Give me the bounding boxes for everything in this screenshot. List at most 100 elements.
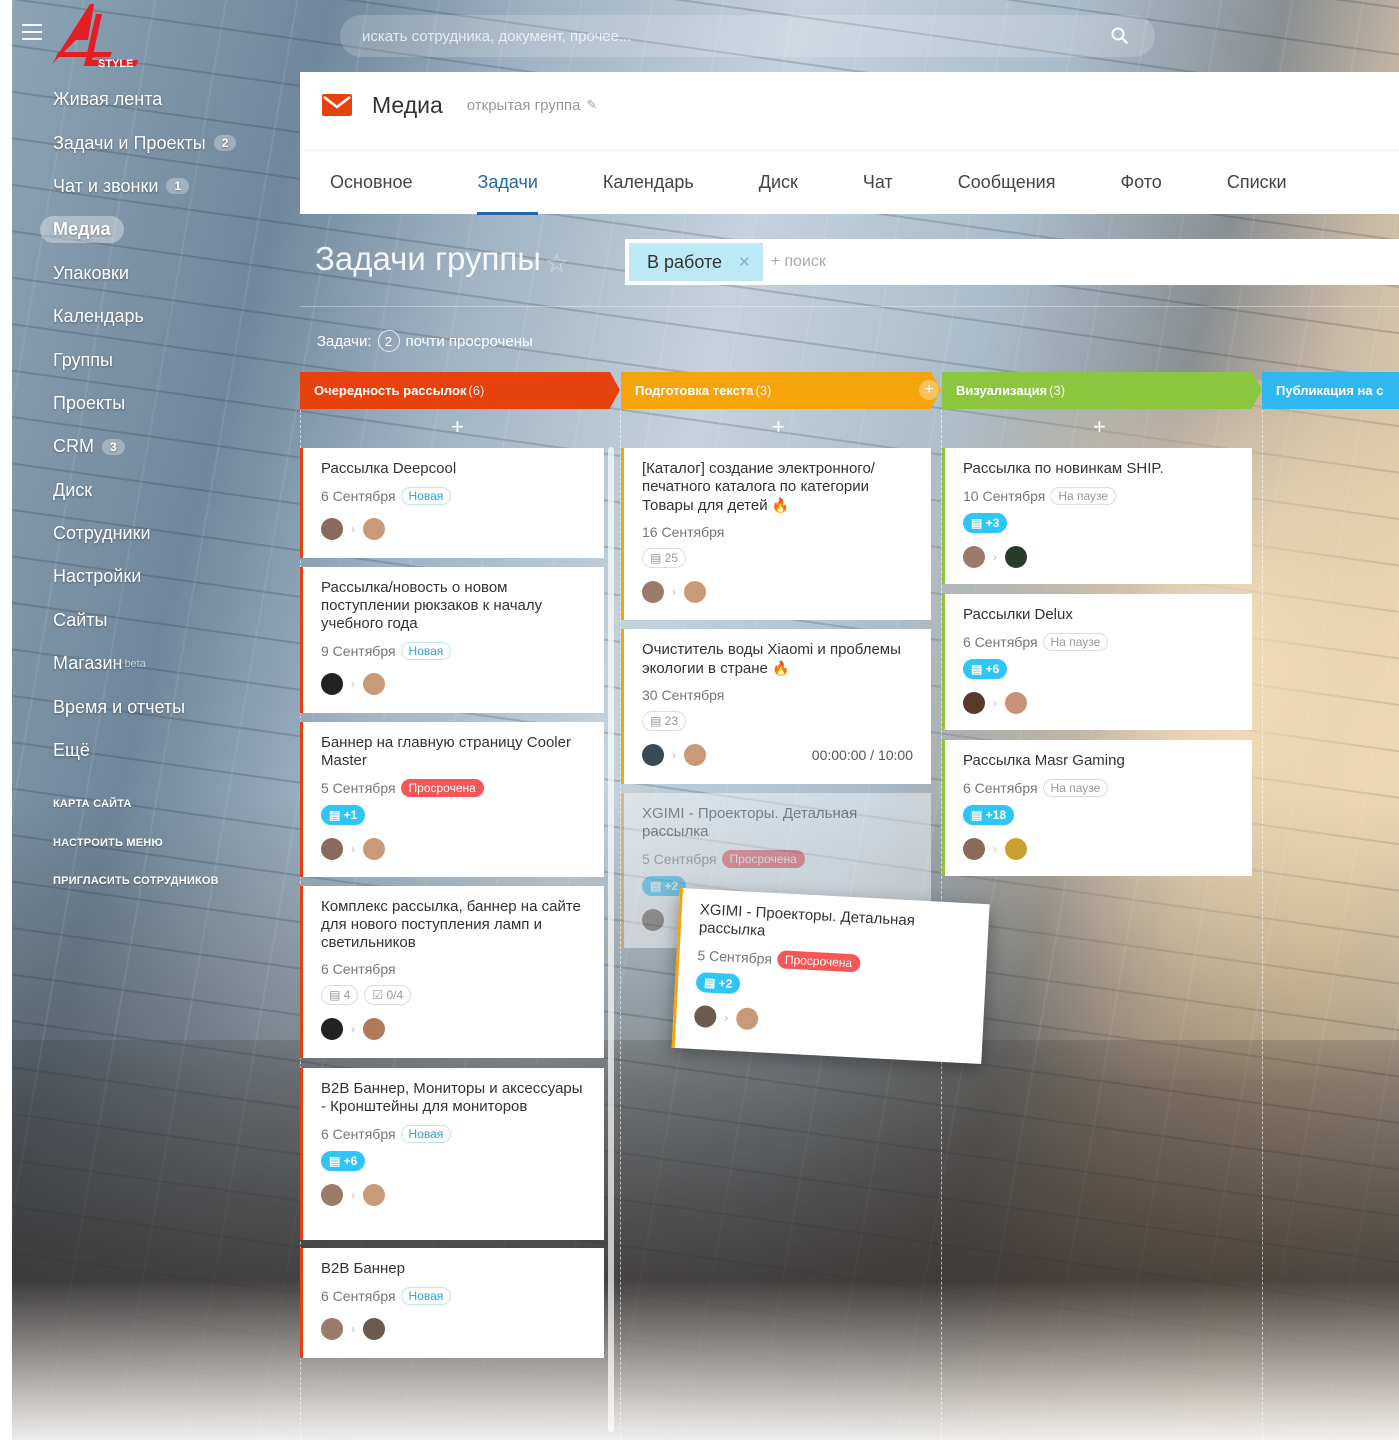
avatar[interactable] (1005, 546, 1027, 568)
task-card[interactable]: Рассылка/новость о новом поступлении рюк… (300, 567, 604, 713)
search-input[interactable] (362, 27, 1062, 45)
task-card[interactable]: Баннер на главную страницу Cooler Master… (300, 722, 604, 877)
menu-item[interactable]: Сотрудники (40, 512, 280, 555)
avatar[interactable] (684, 581, 706, 603)
filter-chip-label: В работе (647, 251, 723, 272)
avatar[interactable] (363, 673, 385, 695)
avatar[interactable] (363, 518, 385, 540)
group-name: Медиа (372, 91, 443, 118)
menu-item[interactable]: Медиа (40, 208, 280, 251)
checklist-counter[interactable]: ☑ 0/4 (364, 985, 412, 1005)
add-column-icon[interactable]: + (919, 380, 939, 400)
sitemap-link[interactable]: КАРТА САЙТА (53, 798, 219, 837)
comments-counter[interactable]: ▤ 23 (642, 711, 687, 731)
task-card[interactable]: Рассылка по новинкам SHIP. 10 Сентября На… (942, 448, 1252, 584)
menu-item[interactable]: Группы (40, 338, 280, 381)
avatar[interactable] (963, 546, 985, 568)
invite-employees-link[interactable]: ПРИГЛАСИТЬ СОТРУДНИКОВ (53, 875, 219, 914)
task-timer[interactable]: 00:00:00 / 10:00 (812, 747, 913, 763)
company-logo[interactable]: STYLE (50, 0, 150, 72)
comments-counter[interactable]: ▤ +6 (321, 1151, 366, 1171)
star-icon[interactable]: ☆ (545, 248, 568, 279)
pencil-icon[interactable]: ✎ (586, 97, 597, 113)
avatar[interactable] (693, 1004, 717, 1029)
menu-item[interactable]: Живая лента (40, 78, 280, 121)
avatar[interactable] (642, 581, 664, 603)
task-card[interactable]: Рассылка Deepcool 6 Сентября Новая › (300, 448, 604, 558)
avatar[interactable] (321, 518, 343, 540)
comments-counter[interactable]: ▤ +2 (695, 971, 741, 995)
add-task-button[interactable]: + (451, 414, 464, 440)
menu-item[interactable]: Сайты (40, 599, 280, 642)
tab-main[interactable]: Основное (330, 151, 412, 214)
task-card[interactable]: Комплекс рассылка, баннер на сайте для н… (300, 886, 604, 1058)
comment-icon: ▤ (329, 988, 344, 1002)
task-card[interactable]: [Каталог] создание электронного/ печатно… (621, 448, 931, 620)
column-header[interactable]: Публикация на с (1262, 372, 1399, 409)
avatar[interactable] (963, 692, 985, 714)
tab-photo[interactable]: Фото (1120, 151, 1161, 214)
filter-bar[interactable]: В работе ✕ + поиск (625, 239, 1399, 285)
tab-calendar[interactable]: Календарь (603, 151, 694, 214)
task-card[interactable]: B2B Баннер, Мониторы и аксессуары - Крон… (300, 1068, 604, 1240)
task-card[interactable]: Рассылки Delux 6 Сентября На паузе ▤ +6 › (942, 594, 1252, 730)
left-menu: Живая лента Задачи и Проекты 2 Чат и звонки… (40, 78, 280, 772)
comments-counter[interactable]: ▤ +18 (963, 805, 1015, 825)
avatar[interactable] (321, 1018, 343, 1040)
comments-counter[interactable]: ▤ 4 (321, 985, 359, 1005)
comments-counter[interactable]: ▤ +3 (963, 513, 1008, 533)
avatar[interactable] (321, 673, 343, 695)
dragged-task-card[interactable]: XGIMI - Проекторы. Детальная рассылка 5 … (671, 888, 990, 1065)
column-header[interactable]: Очередность рассылок (6) (300, 372, 620, 409)
tab-chat[interactable]: Чат (863, 151, 893, 214)
comments-counter[interactable]: ▤ +6 (963, 659, 1008, 679)
configure-menu-link[interactable]: НАСТРОИТЬ МЕНЮ (53, 837, 219, 876)
menu-toggle-icon[interactable] (22, 24, 42, 40)
menu-item[interactable]: Задачи и Проекты 2 (40, 121, 280, 164)
avatar[interactable] (1005, 692, 1027, 714)
task-card[interactable]: B2B Баннер 6 Сентября Новая › (300, 1248, 604, 1358)
tab-lists[interactable]: Списки (1227, 151, 1287, 214)
menu-item[interactable]: Проекты (40, 382, 280, 425)
menu-item[interactable]: Время и отчеты (40, 685, 280, 728)
column-scrollbar[interactable] (608, 447, 614, 1432)
tab-messages[interactable]: Сообщения (958, 151, 1056, 214)
menu-item[interactable]: Ещё (40, 729, 280, 772)
column-header[interactable]: Визуализация (3) (942, 372, 1262, 409)
comments-counter[interactable]: ▤ +1 (321, 805, 366, 825)
menu-item[interactable]: CRM 3 (40, 425, 280, 468)
tasks-counter[interactable]: Задачи: 2 почти просрочены (317, 330, 533, 352)
column-header[interactable]: Подготовка текста (3) (621, 372, 941, 409)
menu-item[interactable]: Календарь (40, 295, 280, 338)
close-icon[interactable]: ✕ (738, 253, 751, 271)
avatar[interactable] (363, 1318, 385, 1340)
task-card[interactable]: Очиститель воды Xiaomi и проблемы эколог… (621, 629, 931, 784)
avatar[interactable] (321, 1318, 343, 1340)
task-card[interactable]: Рассылка Masr Gaming 6 Сентября На паузе … (942, 740, 1252, 876)
filter-search-input[interactable]: + поиск (771, 253, 826, 271)
avatar[interactable] (363, 1018, 385, 1040)
tab-tasks[interactable]: Задачи (477, 151, 539, 215)
search-icon[interactable] (1111, 27, 1129, 45)
chevron-right-icon: › (351, 1188, 355, 1202)
menu-item[interactable]: Диск (40, 469, 280, 512)
menu-item[interactable]: Чат и звонки 1 (40, 165, 280, 208)
avatar[interactable] (321, 838, 343, 860)
comment-icon: ▤ (971, 516, 986, 530)
menu-item[interactable]: Настройки (40, 555, 280, 598)
add-task-button[interactable]: + (772, 414, 785, 440)
avatar[interactable] (642, 744, 664, 766)
avatar[interactable] (1005, 838, 1027, 860)
avatar[interactable] (735, 1007, 759, 1031)
filter-chip[interactable]: В работе ✕ (629, 243, 763, 281)
avatar[interactable] (321, 1184, 343, 1206)
avatar[interactable] (963, 838, 985, 860)
tab-disk[interactable]: Диск (759, 151, 798, 214)
comments-counter[interactable]: ▤ 25 (642, 548, 687, 568)
avatar[interactable] (363, 1184, 385, 1206)
menu-item[interactable]: Упаковки (40, 252, 280, 295)
menu-item[interactable]: Магазин beta (40, 642, 280, 685)
avatar[interactable] (684, 744, 706, 766)
add-task-button[interactable]: + (1093, 414, 1106, 440)
avatar[interactable] (363, 838, 385, 860)
